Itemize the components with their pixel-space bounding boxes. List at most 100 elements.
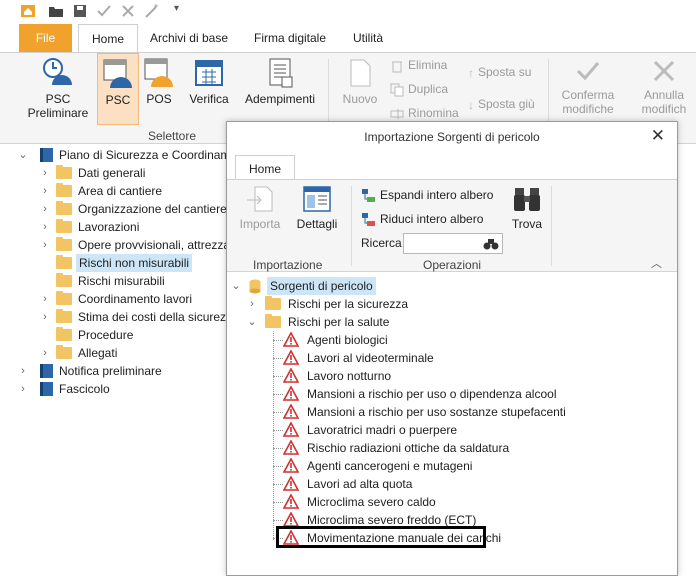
calendar-icon <box>195 60 223 86</box>
trova-button[interactable]: Trova <box>509 184 545 231</box>
importa-button[interactable]: Importa <box>237 184 283 231</box>
espandi-button[interactable]: Espandi intero albero <box>361 186 493 204</box>
menu-tabs: File Home Archivi di base Firma digitale… <box>0 24 696 53</box>
chevron-down-icon[interactable]: ⌄ <box>247 313 257 331</box>
tab-firma-digitale[interactable]: Firma digitale <box>248 24 332 52</box>
tree-item-sicurezza[interactable]: › Rischi per la sicurezza <box>247 295 427 313</box>
tab-file[interactable]: File <box>19 24 72 52</box>
sposta-su-button[interactable]: ↑ Sposta su <box>468 63 531 81</box>
risk-item[interactable]: Agenti cancerogeni e mutageni <box>273 457 573 475</box>
riduci-button[interactable]: Riduci intero albero <box>361 210 483 228</box>
chevron-right-icon[interactable]: › <box>18 380 28 398</box>
rinomina-button[interactable]: Rinomina <box>390 104 459 122</box>
chevron-right-icon[interactable]: › <box>40 182 50 200</box>
tree-item-notifica[interactable]: › Notifica preliminare <box>18 362 226 380</box>
tree-item[interactable]: Rischi misurabili <box>56 272 226 290</box>
tree-connector <box>273 394 283 395</box>
risk-item[interactable]: Lavori al videoterminale <box>273 349 573 367</box>
sposta-giu-button[interactable]: ↓ Sposta giù <box>468 95 535 113</box>
risk-item-label: Rischio radiazioni ottiche da saldatura <box>307 441 510 455</box>
tab-utilita[interactable]: Utilità <box>346 24 390 52</box>
risk-item[interactable]: Mansioni a rischio per uso o dipendenza … <box>273 385 573 403</box>
chevron-right-icon[interactable]: › <box>40 218 50 236</box>
warning-icon <box>283 440 299 455</box>
tree-item-salute[interactable]: ⌄ Rischi per la salute <box>247 313 427 331</box>
close-icon[interactable] <box>120 3 136 19</box>
sources-tree: ⌄ Sorgenti di pericolo › Rischi per la s… <box>227 273 677 573</box>
chevron-right-icon[interactable]: › <box>40 290 50 308</box>
chevron-right-icon[interactable]: › <box>40 308 50 326</box>
wand-icon[interactable] <box>144 3 160 19</box>
chevron-right-icon[interactable]: › <box>247 295 257 313</box>
risk-item[interactable]: Agenti biologici <box>273 331 573 349</box>
tab-home[interactable]: Home <box>78 24 138 53</box>
pos-button[interactable]: POS <box>142 57 176 106</box>
risk-item-label: Lavoro notturno <box>307 369 392 383</box>
psc-preliminare-button[interactable]: PSC Preliminare <box>22 57 94 120</box>
nuovo-button[interactable]: Nuovo <box>338 57 382 106</box>
adempimenti-button[interactable]: Adempimenti <box>240 57 320 106</box>
tree-item[interactable]: › Allegati <box>40 344 228 362</box>
tree-root-sorgenti[interactable]: ⌄ Sorgenti di pericolo <box>231 277 376 295</box>
check-icon[interactable] <box>96 3 112 19</box>
tree-item-label: Rischi misurabili <box>78 274 165 288</box>
risk-item-label: Microclima severo caldo <box>307 495 436 509</box>
expand-tree-icon <box>362 189 375 203</box>
risk-item[interactable]: Lavoratrici madri o puerpere <box>273 421 573 439</box>
tree-item[interactable]: › Dati generali <box>40 164 228 182</box>
chevron-right-icon[interactable]: › <box>40 236 50 254</box>
folder-icon <box>56 273 72 287</box>
tab-archivi[interactable]: Archivi di base <box>144 24 234 52</box>
tree-item[interactable]: › Area di cantiere <box>40 182 228 200</box>
dialog-close-icon[interactable]: ✕ <box>651 126 665 146</box>
folder-icon <box>265 314 281 328</box>
ricerca-input[interactable] <box>403 233 503 254</box>
duplica-button[interactable]: Duplica <box>390 80 448 98</box>
tree-item-label: Stima dei costi della sicurezza <box>78 310 239 324</box>
home-app-icon[interactable] <box>20 3 36 19</box>
tree-item[interactable]: › Coordinamento lavori <box>40 290 228 308</box>
tree-item-selected[interactable]: Rischi non misurabili <box>56 254 193 272</box>
tree-item[interactable]: › Organizzazione del cantiere <box>40 200 228 218</box>
dialog-tab-home[interactable]: Home <box>235 155 295 181</box>
collapse-ribbon-icon[interactable]: ︿ <box>651 255 662 271</box>
risk-item-label: Mansioni a rischio per uso sostanze stup… <box>307 405 566 419</box>
save-icon[interactable] <box>72 3 88 19</box>
risk-item[interactable]: Mansioni a rischio per uso sostanze stup… <box>273 403 573 421</box>
chevron-down-icon[interactable]: ⌄ <box>231 277 241 295</box>
psc-button[interactable]: PSC <box>97 53 139 125</box>
rinomina-label: Rinomina <box>408 106 459 120</box>
chevron-down-icon[interactable]: ⌄ <box>18 146 28 164</box>
elimina-button[interactable]: Elimina <box>390 56 447 74</box>
risk-item[interactable]: Lavori ad alta quota <box>273 475 573 493</box>
risk-item[interactable]: Microclima severo caldo <box>273 493 573 511</box>
tree-item[interactable]: › Stima dei costi della sicurezza <box>40 308 239 326</box>
dettagli-button[interactable]: Dettagli <box>293 184 341 231</box>
chevron-right-icon[interactable]: › <box>40 164 50 182</box>
verifica-button[interactable]: Verifica <box>186 57 232 106</box>
dialog-title: Importazione Sorgenti di pericolo <box>364 130 540 144</box>
tree-item-fascicolo[interactable]: › Fascicolo <box>18 380 226 398</box>
conferma-modifiche-button[interactable]: Conferma modifiche <box>556 57 620 116</box>
book-icon <box>40 382 53 396</box>
chevron-right-icon[interactable]: › <box>40 344 50 362</box>
annulla-modifiche-button[interactable]: Annulla modifich <box>632 57 696 116</box>
tree-item[interactable]: Procedure <box>56 326 226 344</box>
chevron-right-icon[interactable]: › <box>18 362 28 380</box>
tree-item[interactable]: › Opere provvisionali, attrezzature <box>40 236 251 254</box>
risk-item[interactable]: Rischio radiazioni ottiche da saldatura <box>273 439 573 457</box>
open-folder-icon[interactable] <box>48 3 64 19</box>
folder-icon <box>56 291 72 305</box>
warning-icon <box>283 404 299 419</box>
tree-item[interactable]: › Lavorazioni <box>40 218 228 236</box>
customize-arrow-icon[interactable]: ▾ <box>174 3 179 14</box>
folder-icon <box>56 309 72 323</box>
risk-item[interactable]: Lavoro notturno <box>273 367 573 385</box>
pos-document-icon <box>144 58 173 87</box>
new-document-icon <box>350 59 371 87</box>
chevron-right-icon[interactable]: › <box>40 200 50 218</box>
tree-connector <box>273 430 283 431</box>
binoculars-small-icon[interactable] <box>483 236 499 251</box>
tree-root-psc[interactable]: ⌄ Piano di Sicurezza e Coordinamento <box>18 146 254 164</box>
warning-icon <box>283 332 299 347</box>
